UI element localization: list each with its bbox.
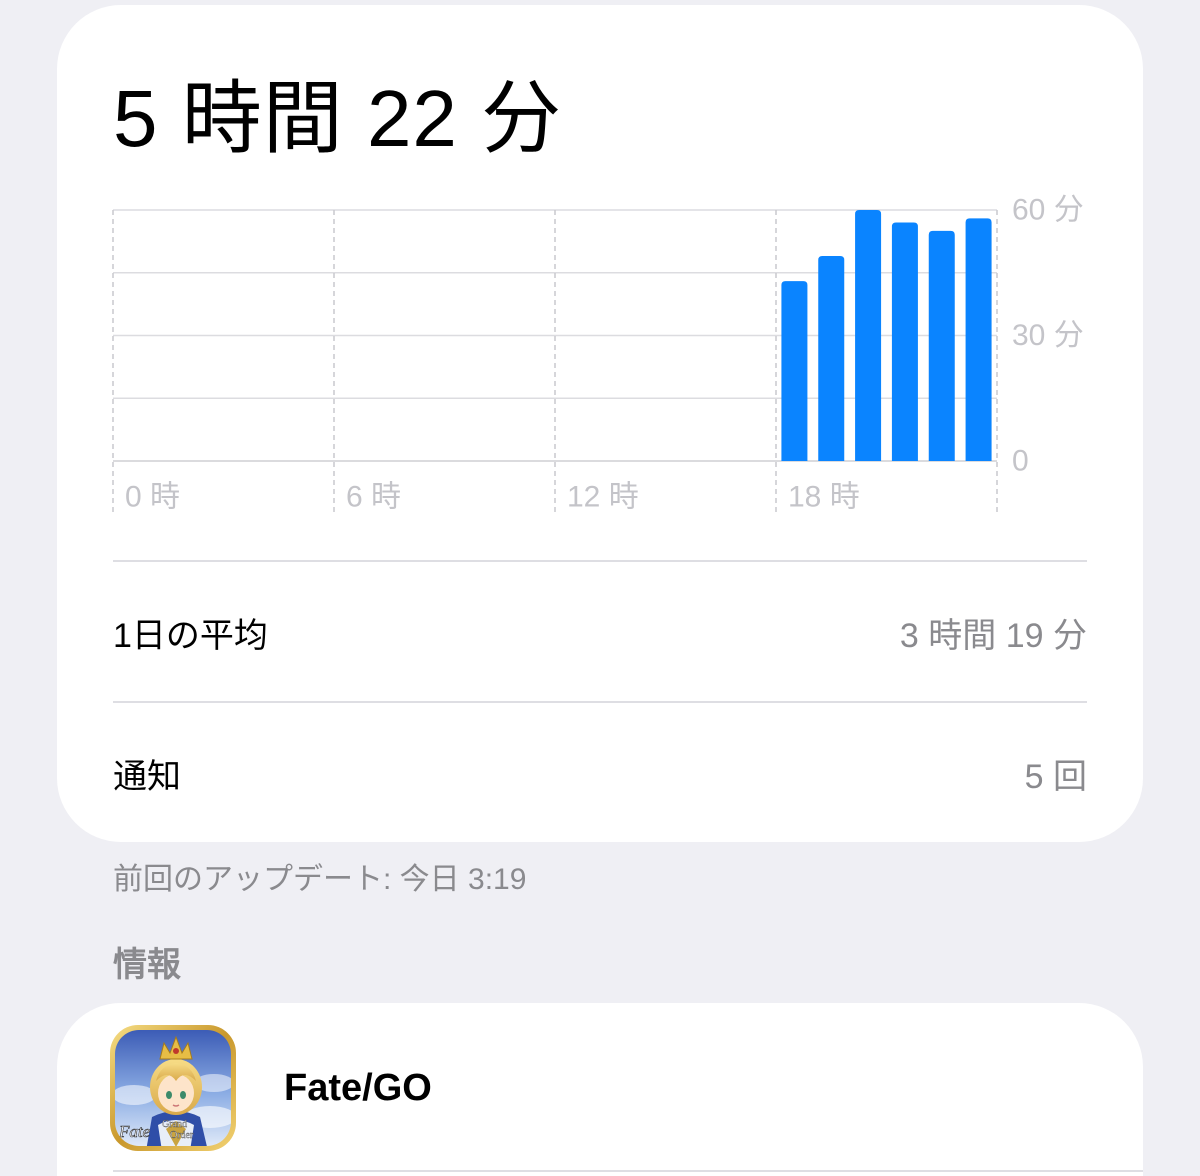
- usage-bar-hour-22[interactable]: [928, 230, 955, 461]
- notifications-value: 5 回: [1024, 757, 1087, 796]
- icon-lettering-fate: Fate: [118, 1122, 151, 1141]
- x-axis-tick-label: 0 時: [125, 481, 180, 514]
- x-axis-tick-label: 18 時: [788, 481, 860, 514]
- app-info-card: Fate Grand Order Fate/GO: [57, 1003, 1143, 1176]
- usage-bar-hour-21[interactable]: [891, 222, 918, 461]
- notifications-label: 通知: [113, 757, 181, 796]
- usage-summary-card: 5 時間 22 分 60 分 30 分00 時6 時 12 時 18 時 1日の平均 …: [57, 5, 1143, 842]
- daily-average-row: 1日の平均 3 時間 19 分: [113, 602, 1087, 662]
- divider: [113, 701, 1087, 703]
- x-axis-tick-label: 12 時: [567, 481, 639, 514]
- usage-bar-hour-19[interactable]: [818, 256, 845, 461]
- last-update-text: 前回のアップデート: 今日 3:19: [113, 863, 527, 896]
- icon-lettering-order: Order: [170, 1130, 194, 1141]
- usage-bar-hour-20[interactable]: [855, 210, 882, 461]
- y-axis-tick-label: 0: [1012, 445, 1029, 478]
- usage-bar-hour-23[interactable]: [965, 218, 992, 461]
- y-axis-tick-label: 60 分: [1012, 194, 1084, 227]
- notifications-row: 通知 5 回: [113, 743, 1087, 803]
- app-name: Fate/GO: [284, 1067, 432, 1109]
- x-axis-tick-label: 6 時: [346, 481, 401, 514]
- hourly-usage-chart[interactable]: 60 分 30 分 0 0 時 6 時 12 時 18 時: [57, 5, 1143, 545]
- divider: [113, 1170, 1143, 1172]
- info-section-header: 情報: [113, 946, 181, 984]
- usage-bar-hour-18[interactable]: [781, 281, 808, 461]
- icon-lettering-grand: Grand: [162, 1119, 187, 1130]
- divider: [113, 560, 1087, 562]
- y-axis-tick-label: 30 分: [1012, 319, 1084, 352]
- fate-go-app-icon: Fate Grand Order: [110, 1025, 236, 1151]
- daily-average-value: 3 時間 19 分: [899, 616, 1087, 655]
- daily-average-label: 1日の平均: [113, 616, 268, 655]
